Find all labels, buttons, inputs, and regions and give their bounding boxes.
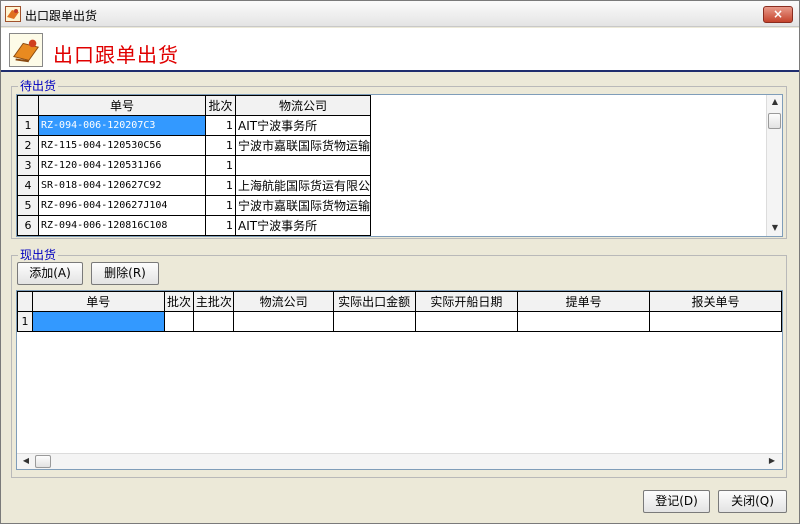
page-title: 出口跟单出货 <box>53 43 179 67</box>
table-row[interactable]: 1 RZ-094-006-120207C3 1 AIT宁波事务所 <box>17 115 372 136</box>
pending-cell-logistics[interactable]: AIT宁波事务所 <box>234 115 372 136</box>
header-banner: 出口跟单出货 <box>1 28 799 72</box>
current-col-customs-no[interactable]: 报关单号 <box>649 291 782 312</box>
current-grid[interactable]: 单号 批次 主批次 物流公司 实际出口金额 实际开船日期 提单号 报关单号 1 <box>16 290 783 470</box>
current-horizontal-scrollbar[interactable]: ◀ ▶ <box>17 453 782 469</box>
pending-cell-logistics[interactable]: 上海航能国际货运有限公 <box>234 175 372 196</box>
window-title: 出口跟单出货 <box>25 9 98 23</box>
row-number: 6 <box>17 215 39 236</box>
pending-cell-order-no[interactable]: RZ-094-006-120207C3 <box>38 115 206 136</box>
pending-cell-logistics[interactable] <box>234 155 372 176</box>
current-cell-bill-of-lading[interactable] <box>517 311 650 332</box>
current-cell-main-batch[interactable] <box>193 311 235 332</box>
scroll-right-icon[interactable]: ▶ <box>765 456 779 465</box>
pending-cell-order-no[interactable]: RZ-094-006-120816C108 <box>38 215 206 236</box>
scroll-up-icon[interactable]: ▲ <box>768 97 782 106</box>
current-col-order-no[interactable]: 单号 <box>31 291 165 312</box>
table-row[interactable]: 4 SR-018-004-120627C92 1 上海航能国际货运有限公 <box>17 175 372 196</box>
pending-col-order-no[interactable]: 单号 <box>38 95 206 116</box>
add-button[interactable]: 添加(A) <box>17 262 83 285</box>
table-row[interactable]: 6 RZ-094-006-120816C108 1 AIT宁波事务所 <box>17 215 372 236</box>
pending-cell-logistics[interactable]: AIT宁波事务所 <box>234 215 372 236</box>
row-number: 4 <box>17 175 39 196</box>
pending-cell-batch[interactable]: 1 <box>205 135 236 156</box>
pending-cell-batch[interactable]: 1 <box>205 115 236 136</box>
row-number: 5 <box>17 195 39 216</box>
pending-cell-batch[interactable]: 1 <box>205 175 236 196</box>
pending-scroll-thumb[interactable] <box>768 113 781 129</box>
current-cell-batch[interactable] <box>163 311 195 332</box>
current-corner-cell <box>17 291 33 312</box>
current-col-export-amount[interactable]: 实际出口金额 <box>332 291 416 312</box>
pending-header-row: 单号 批次 物流公司 <box>17 95 372 116</box>
scroll-left-icon[interactable]: ◀ <box>19 456 33 465</box>
pending-table: 单号 批次 物流公司 1 RZ-094-006-120207C3 1 AIT宁波事务所… <box>17 95 372 236</box>
pending-cell-order-no[interactable]: RZ-115-004-120530C56 <box>38 135 206 156</box>
pending-cell-batch[interactable]: 1 <box>205 215 236 236</box>
shipment-icon <box>9 33 43 67</box>
pending-col-logistics[interactable]: 物流公司 <box>234 95 372 116</box>
current-cell-logistics[interactable] <box>233 311 334 332</box>
current-col-logistics[interactable]: 物流公司 <box>233 291 334 312</box>
current-cell-export-amount[interactable] <box>332 311 416 332</box>
current-scroll-thumb[interactable] <box>35 455 51 468</box>
table-row[interactable]: 1 <box>17 311 782 332</box>
close-window-button[interactable]: × <box>763 6 793 23</box>
pending-cell-batch[interactable]: 1 <box>205 195 236 216</box>
row-number: 3 <box>17 155 39 176</box>
delete-button[interactable]: 删除(R) <box>91 262 159 285</box>
current-col-bill-of-lading[interactable]: 提单号 <box>517 291 650 312</box>
pending-cell-order-no[interactable]: SR-018-004-120627C92 <box>38 175 206 196</box>
table-row[interactable]: 3 RZ-120-004-120531J66 1 <box>17 155 372 176</box>
pending-cell-order-no[interactable]: RZ-120-004-120531J66 <box>38 155 206 176</box>
app-icon <box>5 6 21 22</box>
current-cell-order-no[interactable] <box>31 311 165 332</box>
row-number: 1 <box>17 311 33 332</box>
row-number: 1 <box>17 115 39 136</box>
scroll-down-icon[interactable]: ▼ <box>768 223 782 232</box>
current-col-sailing-date[interactable]: 实际开船日期 <box>414 291 519 312</box>
table-row[interactable]: 2 RZ-115-004-120530C56 1 宁波市嘉联国际货物运输 <box>17 135 372 156</box>
title-bar[interactable]: 出口跟单出货 × <box>1 1 799 27</box>
pending-corner-cell <box>17 95 39 116</box>
current-group-label: 现出货 <box>18 248 59 262</box>
pending-grid[interactable]: 单号 批次 物流公司 1 RZ-094-006-120207C3 1 AIT宁波事务所… <box>16 94 783 237</box>
app-window: 出口跟单出货 × 出口跟单出货 待出货 单号 批次 物流公司 1 RZ-094-… <box>0 0 800 524</box>
close-icon: × <box>772 7 784 21</box>
current-col-main-batch[interactable]: 主批次 <box>193 291 235 312</box>
current-col-batch[interactable]: 批次 <box>163 291 195 312</box>
current-cell-customs-no[interactable] <box>649 311 782 332</box>
current-table: 单号 批次 主批次 物流公司 实际出口金额 实际开船日期 提单号 报关单号 1 <box>17 291 782 332</box>
pending-cell-batch[interactable]: 1 <box>205 155 236 176</box>
current-cell-sailing-date[interactable] <box>414 311 519 332</box>
row-number: 2 <box>17 135 39 156</box>
pending-group-label: 待出货 <box>18 79 59 93</box>
pending-col-batch[interactable]: 批次 <box>205 95 236 116</box>
pending-cell-logistics[interactable]: 宁波市嘉联国际货物运输 <box>234 135 372 156</box>
pending-cell-order-no[interactable]: RZ-096-004-120627J104 <box>38 195 206 216</box>
current-header-row: 单号 批次 主批次 物流公司 实际出口金额 实际开船日期 提单号 报关单号 <box>17 291 782 312</box>
table-row[interactable]: 5 RZ-096-004-120627J104 1 宁波市嘉联国际货物运输 <box>17 195 372 216</box>
register-button[interactable]: 登记(D) <box>643 490 710 513</box>
close-button[interactable]: 关闭(Q) <box>718 490 787 513</box>
pending-vertical-scrollbar[interactable]: ▲ ▼ <box>766 95 782 236</box>
pending-cell-logistics[interactable]: 宁波市嘉联国际货物运输 <box>234 195 372 216</box>
